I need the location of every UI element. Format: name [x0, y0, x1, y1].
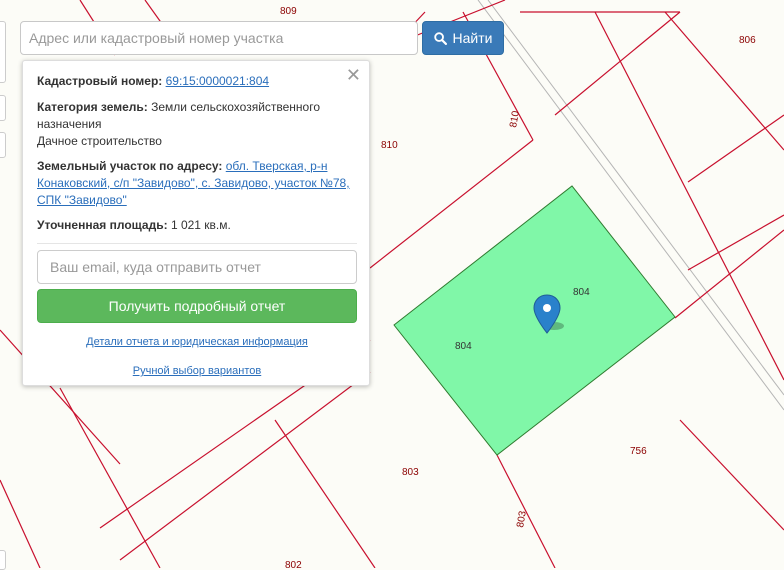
search-button-label: Найти — [452, 30, 493, 46]
report-details-link[interactable]: Детали отчета и юридическая информация — [86, 336, 308, 348]
get-report-button[interactable]: Получить подробный отчет — [37, 289, 357, 323]
area-label: Уточненная площадь: — [37, 218, 168, 232]
category-row: Категория земель: Земли сельскохозяйстве… — [37, 99, 355, 150]
search-icon — [433, 31, 447, 45]
email-field[interactable] — [37, 250, 357, 284]
cadastral-row: Кадастровый номер: 69:15:0000021:804 — [37, 73, 355, 90]
search-input[interactable] — [20, 21, 418, 55]
parcel-label-802: 802 — [285, 560, 302, 568]
parcel-label-806: 806 — [739, 35, 756, 46]
parcel-label-804: 804 — [573, 287, 590, 298]
address-label: Земельный участок по адресу: — [37, 159, 223, 173]
parcel-label-803: 803 — [402, 467, 419, 478]
area-value: 1 021 кв.м. — [170, 218, 231, 232]
zoom-control[interactable] — [0, 21, 6, 83]
address-row: Земельный участок по адресу: обл. Тверск… — [37, 158, 355, 209]
divider — [37, 243, 357, 244]
manual-selection-link[interactable]: Ручной выбор вариантов — [133, 365, 261, 377]
manual-link-row: Ручной выбор вариантов — [23, 365, 371, 377]
parcel-info-popup: ✕ Кадастровый номер: 69:15:0000021:804 К… — [22, 60, 370, 386]
map-tool-control[interactable] — [0, 132, 6, 158]
area-row: Уточненная площадь: 1 021 кв.м. — [37, 217, 355, 234]
parcel-label-809: 809 — [280, 6, 297, 17]
cadastral-label: Кадастровый номер: — [37, 74, 163, 88]
search-button[interactable]: Найти — [422, 21, 504, 55]
details-link-row: Детали отчета и юридическая информация — [23, 336, 371, 348]
parcel-label-810: 810 — [381, 140, 398, 151]
parcel-label-804-left: 804 — [455, 341, 472, 352]
cadastral-number-link[interactable]: 69:15:0000021:804 — [166, 74, 269, 88]
parcel-label-756: 756 — [630, 446, 647, 457]
scale-control — [0, 550, 6, 570]
layer-control[interactable] — [0, 95, 6, 121]
usage-value: Дачное строительство — [37, 134, 162, 148]
category-label: Категория земель: — [37, 100, 148, 114]
